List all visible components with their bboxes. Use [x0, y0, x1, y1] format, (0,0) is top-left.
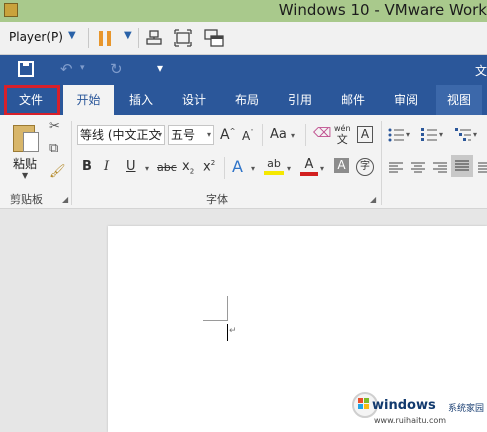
toolbar-divider — [138, 28, 139, 48]
ribbon-tabs: 文件 开始 插入 设计 布局 引用 邮件 审阅 视图 — [0, 85, 487, 115]
text-effects-caret-icon[interactable]: ▾ — [251, 164, 255, 173]
font-color-button[interactable]: A — [300, 157, 318, 176]
undo-icon[interactable]: ↶ — [60, 60, 73, 78]
shrink-font-button[interactable]: Aˇ — [242, 129, 254, 143]
justify-button[interactable] — [451, 155, 473, 177]
font-color-caret-icon[interactable]: ▾ — [320, 164, 324, 173]
paragraph-mark-icon: ↵ — [229, 326, 237, 336]
group-divider — [224, 157, 225, 179]
strikethrough-button[interactable]: abc — [157, 161, 177, 174]
text-effects-button[interactable]: A — [232, 157, 243, 176]
distributed-align-icon[interactable] — [478, 160, 487, 174]
unity-mode-icon[interactable] — [204, 29, 224, 47]
watermark-cn-text: 系统家园 — [448, 404, 485, 414]
tab-view[interactable]: 视图 — [436, 85, 482, 115]
align-right-icon[interactable] — [433, 160, 447, 174]
file-tab-highlight-box — [4, 85, 60, 116]
cut-icon[interactable]: ✂ — [49, 119, 60, 134]
vmware-logo-icon — [4, 3, 18, 17]
tab-review[interactable]: 审阅 — [383, 85, 429, 115]
save-icon[interactable] — [18, 61, 34, 77]
clipboard-group-label: 剪贴板 — [10, 193, 43, 206]
undo-caret-icon[interactable]: ▾ — [80, 63, 85, 73]
ribbon-home: 粘贴 ▼ ✂ ⧉ 🖌 剪贴板 ◢ 等线 (中文正文 ▾ 五号 ▾ A^ Aˇ Aa … — [0, 115, 487, 209]
group-divider — [381, 121, 382, 205]
font-dialog-launcher-icon[interactable]: ◢ — [370, 195, 376, 204]
multilevel-list-icon[interactable] — [455, 127, 471, 141]
enclose-characters-button[interactable]: 字 — [356, 158, 374, 176]
word-quick-access-toolbar: ↶ ▾ ↻ ▾ 文 — [0, 55, 487, 85]
bullets-caret-icon[interactable]: ▾ — [406, 130, 410, 139]
numbering-icon[interactable] — [421, 127, 437, 141]
fullscreen-icon[interactable] — [174, 29, 192, 47]
multilevel-caret-icon[interactable]: ▾ — [473, 130, 477, 139]
underline-caret-icon[interactable]: ▾ — [145, 164, 149, 173]
italic-button[interactable]: I — [104, 159, 109, 174]
bullets-icon[interactable] — [388, 127, 404, 142]
tab-references[interactable]: 引用 — [277, 85, 323, 115]
underline-button[interactable]: U — [126, 159, 136, 174]
change-case-button[interactable]: Aa ▾ — [270, 127, 295, 142]
numbering-caret-icon[interactable]: ▾ — [439, 130, 443, 139]
player-menu-caret-icon[interactable]: ▼ — [68, 30, 76, 41]
group-divider — [305, 124, 306, 146]
format-painter-icon[interactable]: 🖌 — [49, 164, 66, 179]
align-left-icon[interactable] — [389, 160, 403, 174]
font-group-label: 字体 — [206, 193, 228, 206]
tab-design[interactable]: 设计 — [171, 85, 217, 115]
character-border-button[interactable]: A — [357, 126, 373, 143]
tab-mailings[interactable]: 邮件 — [330, 85, 376, 115]
windows-flag-icon — [358, 398, 370, 410]
font-name-combo[interactable]: 等线 (中文正文 ▾ — [77, 125, 165, 145]
player-menu-button[interactable]: Player(P) — [9, 30, 63, 44]
copy-icon[interactable]: ⧉ — [49, 141, 58, 156]
send-ctrl-alt-del-icon[interactable] — [146, 30, 162, 46]
bold-button[interactable]: B — [82, 159, 92, 174]
tab-home[interactable]: 开始 — [63, 85, 114, 115]
vmware-title-bar: Windows 10 - VMware Work — [0, 0, 487, 22]
paste-caret-icon[interactable]: ▼ — [22, 171, 28, 180]
clipboard-dialog-launcher-icon[interactable]: ◢ — [62, 195, 68, 204]
watermark-url: www.ruihaitu.com — [374, 416, 447, 425]
character-shading-button[interactable]: A — [334, 158, 349, 173]
vmware-toolbar: Player(P) ▼ ▼ — [0, 22, 487, 55]
toolbar-divider — [88, 28, 89, 48]
phonetic-guide-button[interactable]: wén 文 — [334, 123, 351, 145]
subscript-button[interactable]: x2 — [182, 159, 194, 176]
group-divider — [262, 124, 263, 146]
paste-icon[interactable] — [13, 122, 39, 152]
align-center-icon[interactable] — [411, 160, 425, 174]
document-title: 文 — [474, 64, 487, 78]
paste-button-label[interactable]: 粘贴 — [13, 155, 37, 172]
margin-corner-mark — [227, 296, 228, 321]
highlight-caret-icon[interactable]: ▾ — [287, 164, 291, 173]
superscript-button[interactable]: x2 — [203, 159, 215, 174]
watermark-brand: windows — [372, 398, 436, 413]
font-size-combo[interactable]: 五号 ▾ — [168, 125, 214, 145]
vmware-window-title: Windows 10 - VMware Work — [278, 1, 487, 19]
pause-icon[interactable] — [99, 31, 113, 46]
highlight-button[interactable]: ab — [264, 157, 284, 175]
tab-layout[interactable]: 布局 — [224, 85, 270, 115]
pause-caret-icon[interactable]: ▼ — [124, 30, 132, 41]
clear-formatting-icon[interactable]: ⌫ — [313, 126, 331, 141]
text-cursor — [227, 324, 228, 341]
grow-font-button[interactable]: A^ — [220, 127, 235, 143]
margin-corner-mark — [203, 320, 228, 321]
tab-insert[interactable]: 插入 — [118, 85, 164, 115]
customize-qat-icon[interactable]: ▾ — [157, 61, 163, 75]
repeat-icon[interactable]: ↻ — [110, 60, 123, 78]
group-divider — [71, 121, 72, 205]
site-watermark: windows 系统家园 www.ruihaitu.com — [352, 390, 487, 432]
